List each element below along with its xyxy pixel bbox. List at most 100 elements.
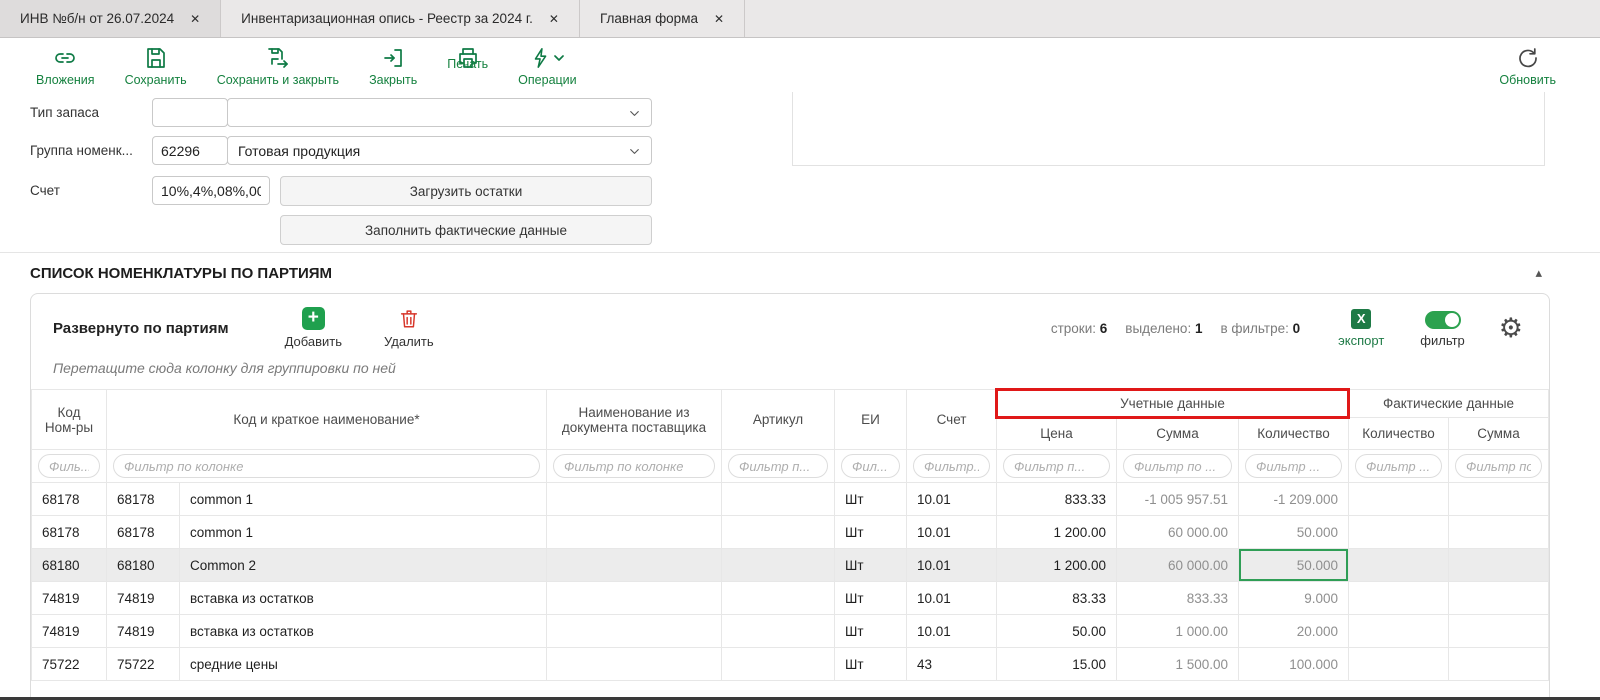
col-header-code-name[interactable]: Код и краткое наименование* bbox=[107, 390, 547, 450]
col-header-fact-qty[interactable]: Количество bbox=[1349, 418, 1449, 450]
cell-nom-code[interactable]: 68180 bbox=[32, 549, 107, 582]
gear-icon[interactable]: ⚙ bbox=[1499, 315, 1523, 342]
nomenclature-group-select[interactable]: Готовая продукция bbox=[227, 136, 652, 165]
table-row[interactable]: 7481974819вставка из остатковШт10.0150.0… bbox=[32, 615, 1549, 648]
tab-inventory-register[interactable]: Инвентаризационная опись - Реестр за 202… bbox=[221, 0, 580, 37]
cell-fact-qty[interactable] bbox=[1349, 648, 1449, 681]
save-and-close-button[interactable]: Сохранить и закрыть bbox=[217, 46, 339, 87]
close-icon[interactable]: ✕ bbox=[549, 12, 559, 26]
cell-name[interactable]: common 1 bbox=[180, 516, 547, 549]
tab-inventory-document[interactable]: ИНВ №б/н от 26.07.2024 ✕ bbox=[0, 0, 221, 37]
col-header-supplier-name[interactable]: Наименование из документа поставщика bbox=[547, 390, 722, 450]
col-header-price[interactable]: Цена bbox=[997, 418, 1117, 450]
cell-code[interactable]: 68180 bbox=[107, 549, 180, 582]
close-icon[interactable]: ✕ bbox=[714, 12, 724, 26]
cell-supplier-name[interactable] bbox=[547, 483, 722, 516]
filter-input-code-name[interactable] bbox=[113, 454, 540, 478]
cell-fact-sum[interactable] bbox=[1449, 483, 1549, 516]
filter-input-fact-qty[interactable] bbox=[1355, 454, 1442, 478]
cell-qty[interactable]: 100.000 bbox=[1239, 648, 1349, 681]
cell-fact-qty[interactable] bbox=[1349, 516, 1449, 549]
cell-code[interactable]: 74819 bbox=[107, 582, 180, 615]
cell-name[interactable]: вставка из остатков bbox=[180, 582, 547, 615]
cell-price[interactable]: 833.33 bbox=[997, 483, 1117, 516]
cell-account[interactable]: 43 bbox=[907, 648, 997, 681]
cell-account[interactable]: 10.01 bbox=[907, 516, 997, 549]
cell-nom-code[interactable]: 68178 bbox=[32, 516, 107, 549]
cell-sum[interactable]: -1 005 957.51 bbox=[1117, 483, 1239, 516]
nomenclature-group-code-input[interactable] bbox=[152, 136, 228, 165]
tab-main-form[interactable]: Главная форма ✕ bbox=[580, 0, 745, 37]
fill-actual-data-button[interactable]: Заполнить фактические данные bbox=[280, 215, 652, 245]
toggle-switch-on[interactable] bbox=[1425, 311, 1461, 329]
delete-row-button[interactable]: Удалить bbox=[384, 307, 434, 349]
cell-qty[interactable]: 20.000 bbox=[1239, 615, 1349, 648]
col-header-fact-sum[interactable]: Сумма bbox=[1449, 418, 1549, 450]
col-group-actual-data[interactable]: Фактические данные bbox=[1349, 390, 1549, 418]
stock-type-code-input[interactable] bbox=[152, 98, 228, 127]
filter-input-sum[interactable] bbox=[1123, 454, 1232, 478]
cell-account[interactable]: 10.01 bbox=[907, 582, 997, 615]
cell-name[interactable]: Common 2 bbox=[180, 549, 547, 582]
filter-input-nom-code[interactable] bbox=[38, 454, 100, 478]
close-button[interactable]: Закрыть bbox=[369, 46, 417, 87]
col-header-nom-code[interactable]: Код Ном-ры bbox=[32, 390, 107, 450]
collapse-icon[interactable]: ▴ bbox=[1535, 265, 1542, 281]
cell-fact-sum[interactable] bbox=[1449, 516, 1549, 549]
cell-sum[interactable]: 833.33 bbox=[1117, 582, 1239, 615]
cell-code[interactable]: 68178 bbox=[107, 516, 180, 549]
cell-supplier-name[interactable] bbox=[547, 648, 722, 681]
col-header-sum[interactable]: Сумма bbox=[1117, 418, 1239, 450]
cell-article[interactable] bbox=[722, 615, 835, 648]
cell-fact-sum[interactable] bbox=[1449, 615, 1549, 648]
cell-unit[interactable]: Шт bbox=[835, 549, 907, 582]
cell-nom-code[interactable]: 74819 bbox=[32, 582, 107, 615]
filter-input-article[interactable] bbox=[728, 454, 828, 478]
cell-price[interactable]: 83.33 bbox=[997, 582, 1117, 615]
cell-article[interactable] bbox=[722, 549, 835, 582]
export-excel-button[interactable]: X экспорт bbox=[1338, 309, 1384, 348]
filter-input-qty[interactable] bbox=[1245, 454, 1342, 478]
close-icon[interactable]: ✕ bbox=[190, 12, 200, 26]
col-header-account[interactable]: Счет bbox=[907, 390, 997, 450]
cell-fact-qty[interactable] bbox=[1349, 483, 1449, 516]
cell-supplier-name[interactable] bbox=[547, 582, 722, 615]
table-row[interactable]: 6817868178common 1Шт10.011 200.0060 000.… bbox=[32, 516, 1549, 549]
cell-name[interactable]: common 1 bbox=[180, 483, 547, 516]
cell-unit[interactable]: Шт bbox=[835, 483, 907, 516]
filter-input-account[interactable] bbox=[913, 454, 990, 478]
cell-unit[interactable]: Шт bbox=[835, 648, 907, 681]
cell-name[interactable]: средние цены bbox=[180, 648, 547, 681]
cell-supplier-name[interactable] bbox=[547, 615, 722, 648]
filter-input-supplier-name[interactable] bbox=[553, 454, 715, 478]
cell-fact-qty[interactable] bbox=[1349, 582, 1449, 615]
cell-sum[interactable]: 1 000.00 bbox=[1117, 615, 1239, 648]
cell-nom-code[interactable]: 68178 bbox=[32, 483, 107, 516]
filter-toggle[interactable]: фильтр bbox=[1420, 308, 1464, 348]
table-row[interactable]: 7481974819вставка из остатковШт10.0183.3… bbox=[32, 582, 1549, 615]
account-input[interactable] bbox=[152, 176, 270, 205]
cell-sum[interactable]: 60 000.00 bbox=[1117, 549, 1239, 582]
cell-price[interactable]: 15.00 bbox=[997, 648, 1117, 681]
cell-article[interactable] bbox=[722, 483, 835, 516]
cell-qty[interactable]: 9.000 bbox=[1239, 582, 1349, 615]
load-balances-button[interactable]: Загрузить остатки bbox=[280, 176, 652, 206]
col-header-qty[interactable]: Количество bbox=[1239, 418, 1349, 450]
table-row[interactable]: 7572275722средние ценыШт4315.001 500.001… bbox=[32, 648, 1549, 681]
cell-nom-code[interactable]: 75722 bbox=[32, 648, 107, 681]
cell-fact-qty[interactable] bbox=[1349, 549, 1449, 582]
cell-unit[interactable]: Шт bbox=[835, 615, 907, 648]
filter-input-price[interactable] bbox=[1003, 454, 1110, 478]
col-group-accounting-data[interactable]: Учетные данные bbox=[997, 390, 1349, 418]
cell-name[interactable]: вставка из остатков bbox=[180, 615, 547, 648]
cell-sum[interactable]: 1 500.00 bbox=[1117, 648, 1239, 681]
refresh-button[interactable]: Обновить bbox=[1499, 46, 1556, 87]
cell-price[interactable]: 50.00 bbox=[997, 615, 1117, 648]
cell-qty[interactable]: 50.000 bbox=[1239, 549, 1349, 582]
cell-fact-qty[interactable] bbox=[1349, 615, 1449, 648]
table-row[interactable]: 6818068180Common 2Шт10.011 200.0060 000.… bbox=[32, 549, 1549, 582]
cell-article[interactable] bbox=[722, 516, 835, 549]
cell-supplier-name[interactable] bbox=[547, 549, 722, 582]
cell-nom-code[interactable]: 74819 bbox=[32, 615, 107, 648]
cell-code[interactable]: 75722 bbox=[107, 648, 180, 681]
